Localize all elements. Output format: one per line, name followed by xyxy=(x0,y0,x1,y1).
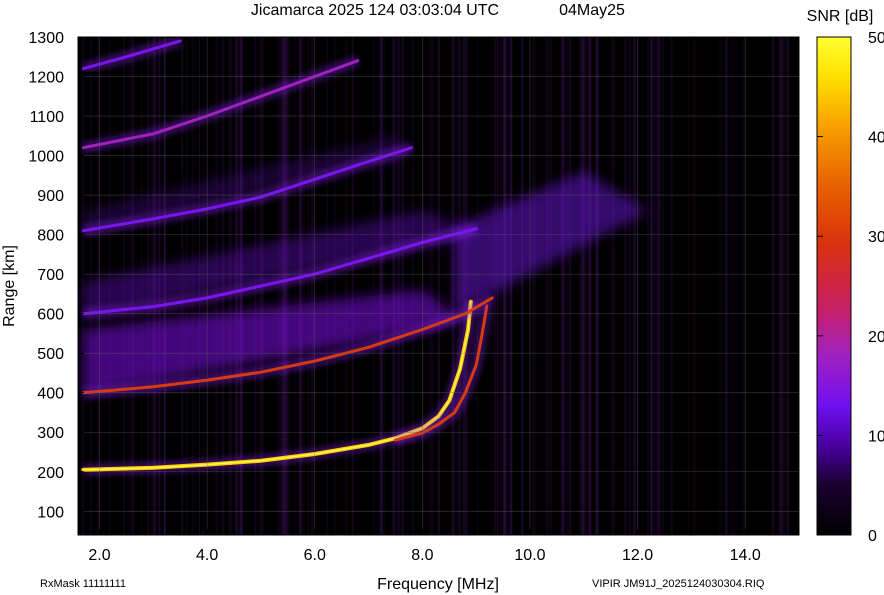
noise-streak xyxy=(382,37,385,535)
noise-streak xyxy=(430,37,433,535)
x-tick-label: 8.0 xyxy=(411,547,433,564)
noise-streak xyxy=(693,37,696,535)
y-tick-label: 300 xyxy=(37,425,64,442)
noise-streak xyxy=(595,37,599,535)
noise-streak xyxy=(661,37,664,535)
y-tick-label: 1200 xyxy=(28,70,64,87)
noise-streak xyxy=(561,37,565,535)
noise-streak xyxy=(632,37,634,535)
noise-streak xyxy=(326,37,328,535)
y-tick-label: 100 xyxy=(37,504,64,521)
noise-streak xyxy=(611,37,614,535)
noise-streak xyxy=(782,37,786,535)
noise-streak xyxy=(334,37,337,535)
y-tick-label: 900 xyxy=(37,188,64,205)
noise-streak xyxy=(778,37,781,535)
x-tick-label: 6.0 xyxy=(304,547,326,564)
noise-streak xyxy=(565,37,568,535)
y-tick-label: 700 xyxy=(37,267,64,284)
noise-streak xyxy=(688,37,690,535)
colorbar-label: SNR [dB] xyxy=(807,8,874,25)
y-tick-label: 800 xyxy=(37,228,64,245)
noise-streak xyxy=(451,37,455,535)
x-axis-label: Frequency [MHz] xyxy=(377,576,499,593)
noise-streak xyxy=(734,37,738,535)
noise-streak xyxy=(718,37,722,535)
noise-streak xyxy=(628,37,631,535)
noise-streak xyxy=(731,37,734,535)
noise-streak xyxy=(726,37,728,535)
ionogram-chart: Jicamarca 2025 124 03:03:04 UTC 04May25 … xyxy=(1,2,884,593)
noise-streak xyxy=(545,37,548,535)
noise-streak xyxy=(647,37,649,535)
noise-streak xyxy=(725,37,727,535)
noise-streak xyxy=(670,37,673,535)
noise-streak xyxy=(345,37,348,535)
x-tick-label: 2.0 xyxy=(88,547,110,564)
x-tick-label: 10.0 xyxy=(514,547,545,564)
noise-streak xyxy=(398,37,400,535)
noise-streak xyxy=(579,37,582,535)
y-tick-label: 600 xyxy=(37,307,64,324)
noise-streak xyxy=(437,37,441,535)
noise-streak xyxy=(379,37,383,535)
noise-streak xyxy=(650,37,653,535)
x-tick-label: 4.0 xyxy=(196,547,218,564)
noise-streak xyxy=(392,37,396,535)
file-label: VIPIR JM91J_2025124030304.RIQ xyxy=(592,578,765,590)
colorbar-tick-label: 30 xyxy=(868,229,884,246)
noise-streak xyxy=(588,37,592,535)
noise-streak xyxy=(742,37,746,535)
noise-streak xyxy=(521,37,524,535)
noise-streak xyxy=(771,37,773,535)
colorbar-tick-label: 40 xyxy=(868,130,884,147)
noise-streak xyxy=(422,37,425,535)
noise-streak xyxy=(351,37,354,535)
chart-title: Jicamarca 2025 124 03:03:04 UTC xyxy=(251,2,499,19)
noise-streak xyxy=(397,37,399,535)
noise-streak xyxy=(411,37,414,535)
noise-streak xyxy=(657,37,661,535)
y-tick-label: 500 xyxy=(37,346,64,363)
colorbar-tick-label: 10 xyxy=(868,428,884,445)
noise-streak xyxy=(426,37,431,535)
noise-streak xyxy=(581,37,585,535)
y-tick-label: 1300 xyxy=(28,30,64,47)
x-tick-label: 14.0 xyxy=(730,547,761,564)
chart-date: 04May25 xyxy=(559,2,625,19)
noise-streak xyxy=(569,37,572,535)
colorbar-tick-label: 20 xyxy=(868,329,884,346)
noise-streak xyxy=(786,37,790,535)
colorbar xyxy=(816,36,852,536)
y-tick-label: 1000 xyxy=(28,149,64,166)
noise-streak xyxy=(547,37,550,535)
noise-streak xyxy=(532,37,536,535)
noise-streak xyxy=(567,37,570,535)
y-tick-label: 1100 xyxy=(30,109,65,126)
noise-streak xyxy=(509,37,511,535)
noise-streak xyxy=(401,37,404,535)
y-axis-label: Range [km] xyxy=(1,245,18,327)
y-tick-label: 200 xyxy=(37,465,64,482)
y-tick-label: 400 xyxy=(37,386,64,403)
noise-streak xyxy=(623,37,627,535)
noise-streak xyxy=(511,37,513,535)
rxmask-label: RxMask 11111111 xyxy=(40,578,126,590)
x-tick-label: 12.0 xyxy=(622,547,653,564)
noise-streak xyxy=(372,37,375,535)
noise-streak xyxy=(613,37,615,535)
colorbar-tick-label: 0 xyxy=(868,528,877,545)
colorbar-tick-label: 50 xyxy=(868,30,884,47)
noise-streak xyxy=(585,37,587,535)
noise-streak xyxy=(550,37,553,535)
